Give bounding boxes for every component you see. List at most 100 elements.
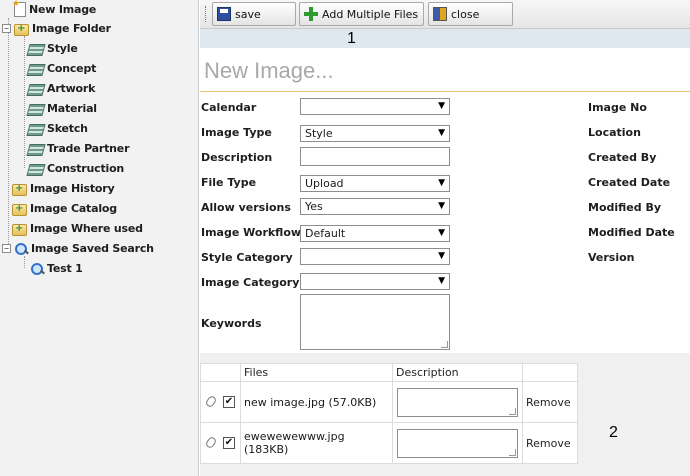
file-description-input[interactable] bbox=[397, 388, 518, 417]
file-name-cell: ewewewewww.jpg (183KB) bbox=[241, 423, 393, 464]
image-category-label: Image Category bbox=[201, 276, 300, 289]
dropdown-arrow-icon: ▼ bbox=[438, 178, 445, 188]
folder-icon bbox=[14, 23, 29, 36]
file-action-cell: Remove bbox=[523, 382, 578, 423]
file-select-checkbox[interactable]: ✔ bbox=[223, 437, 235, 449]
collapse-toggle-icon[interactable]: − bbox=[2, 24, 11, 33]
dropdown-arrow-icon: ▼ bbox=[438, 101, 445, 111]
style-category-select[interactable]: ▼ bbox=[300, 248, 450, 265]
allow-versions-select[interactable]: Yes ▼ bbox=[300, 198, 450, 215]
image-type-select[interactable]: Style ▼ bbox=[300, 125, 450, 142]
description-input[interactable] bbox=[300, 147, 450, 166]
style-category-label: Style Category bbox=[201, 251, 293, 264]
tree-item-image-catalog[interactable]: Image Catalog bbox=[12, 199, 117, 218]
image-workflow-select[interactable]: Default ▼ bbox=[300, 225, 450, 242]
tree-item-construction[interactable]: Construction bbox=[26, 159, 125, 178]
toolbar-grip[interactable] bbox=[205, 6, 207, 22]
tree-item-label: Image History bbox=[30, 182, 115, 195]
file-type-label: File Type bbox=[201, 176, 257, 189]
save-button-label: save bbox=[235, 7, 261, 21]
keywords-label: Keywords bbox=[201, 317, 262, 330]
image-category-select[interactable]: ▼ bbox=[300, 273, 450, 290]
dropdown-arrow-icon: ▼ bbox=[438, 251, 445, 261]
tree-item-image-folder[interactable]: − Image Folder bbox=[2, 19, 111, 38]
dropdown-arrow-icon: ▼ bbox=[438, 128, 445, 138]
tree-item-label: Image Where used bbox=[30, 222, 143, 235]
tree-connector bbox=[8, 18, 9, 250]
file-description-cell bbox=[393, 382, 523, 423]
annotation-marker-1: 1 bbox=[347, 30, 356, 47]
tree-item-style[interactable]: Style bbox=[26, 39, 78, 58]
modified-by-label: Modified By bbox=[588, 201, 662, 214]
file-description-input[interactable] bbox=[397, 429, 518, 458]
image-stack-icon bbox=[26, 84, 46, 96]
title-area: New Image... bbox=[200, 48, 690, 92]
tree-item-image-saved-search[interactable]: − Image Saved Search bbox=[2, 239, 154, 258]
folder-icon bbox=[12, 223, 27, 236]
tree-item-label: Concept bbox=[47, 62, 97, 75]
paperclip-icon bbox=[204, 435, 218, 450]
save-button[interactable]: save bbox=[212, 2, 296, 26]
dropdown-arrow-icon: ▼ bbox=[438, 228, 445, 238]
table-header-spacer bbox=[201, 364, 241, 382]
add-multiple-files-button[interactable]: Add Multiple Files bbox=[299, 2, 424, 26]
floppy-disk-icon bbox=[217, 7, 231, 21]
navigation-tree: New Image − Image Folder Style Concept A… bbox=[0, 0, 199, 476]
image-stack-icon bbox=[26, 144, 46, 156]
action-column-header bbox=[523, 364, 578, 382]
tree-item-material[interactable]: Material bbox=[26, 99, 97, 118]
paperclip-icon bbox=[204, 394, 218, 409]
allow-versions-value: Yes bbox=[305, 200, 323, 213]
created-by-label: Created By bbox=[588, 151, 657, 164]
remove-file-link[interactable]: Remove bbox=[526, 396, 571, 409]
keywords-textarea[interactable] bbox=[300, 294, 450, 350]
page-title: New Image... bbox=[204, 58, 334, 83]
calendar-label: Calendar bbox=[201, 101, 257, 114]
tree-item-image-where-used[interactable]: Image Where used bbox=[12, 219, 143, 238]
dropdown-arrow-icon: ▼ bbox=[438, 201, 445, 211]
file-type-value: Upload bbox=[305, 177, 344, 190]
file-type-select[interactable]: Upload ▼ bbox=[300, 175, 450, 192]
file-action-cell: Remove bbox=[523, 423, 578, 464]
image-stack-icon bbox=[26, 164, 46, 176]
tree-item-label: New Image bbox=[29, 3, 97, 16]
image-stack-icon bbox=[26, 64, 46, 76]
tree-item-new-image[interactable]: New Image bbox=[12, 0, 96, 19]
tree-item-sketch[interactable]: Sketch bbox=[26, 119, 88, 138]
location-label: Location bbox=[588, 126, 641, 139]
tree-item-label: Material bbox=[47, 102, 97, 115]
tree-item-artwork[interactable]: Artwork bbox=[26, 79, 96, 98]
tree-item-image-history[interactable]: Image History bbox=[12, 179, 115, 198]
file-select-checkbox[interactable]: ✔ bbox=[223, 396, 235, 408]
description-label: Description bbox=[201, 151, 273, 164]
allow-versions-label: Allow versions bbox=[201, 201, 291, 214]
close-button-label: close bbox=[451, 7, 480, 21]
calendar-select[interactable]: ▼ bbox=[300, 98, 450, 115]
image-workflow-label: Image Workflow bbox=[201, 226, 302, 239]
image-no-label: Image No bbox=[588, 101, 647, 114]
new-document-icon bbox=[12, 0, 26, 17]
tree-item-label: Style bbox=[47, 42, 78, 55]
image-workflow-value: Default bbox=[305, 227, 346, 240]
tree-item-trade-partner[interactable]: Trade Partner bbox=[26, 139, 129, 158]
tree-item-label: Image Catalog bbox=[30, 202, 117, 215]
tree-item-label: Artwork bbox=[47, 82, 96, 95]
table-row: ✔ bbox=[201, 423, 241, 464]
table-row: ✔ bbox=[201, 382, 241, 423]
tree-item-label: Sketch bbox=[47, 122, 88, 135]
tree-item-label: Construction bbox=[47, 162, 125, 175]
tree-item-label: Test 1 bbox=[47, 262, 83, 275]
image-stack-icon bbox=[26, 44, 46, 56]
files-column-header: Files bbox=[241, 364, 393, 382]
remove-file-link[interactable]: Remove bbox=[526, 437, 571, 450]
tree-item-concept[interactable]: Concept bbox=[26, 59, 97, 78]
image-stack-icon bbox=[26, 104, 46, 116]
file-description-cell bbox=[393, 423, 523, 464]
files-table: Files Description ✔ new image.jpg (57.0K… bbox=[200, 363, 578, 464]
close-button[interactable]: close bbox=[428, 2, 513, 26]
collapse-toggle-icon[interactable]: − bbox=[2, 244, 11, 253]
close-door-icon bbox=[433, 7, 447, 21]
tree-connector bbox=[24, 36, 25, 168]
folder-icon bbox=[12, 183, 27, 196]
tree-item-test-1[interactable]: Test 1 bbox=[30, 259, 83, 278]
